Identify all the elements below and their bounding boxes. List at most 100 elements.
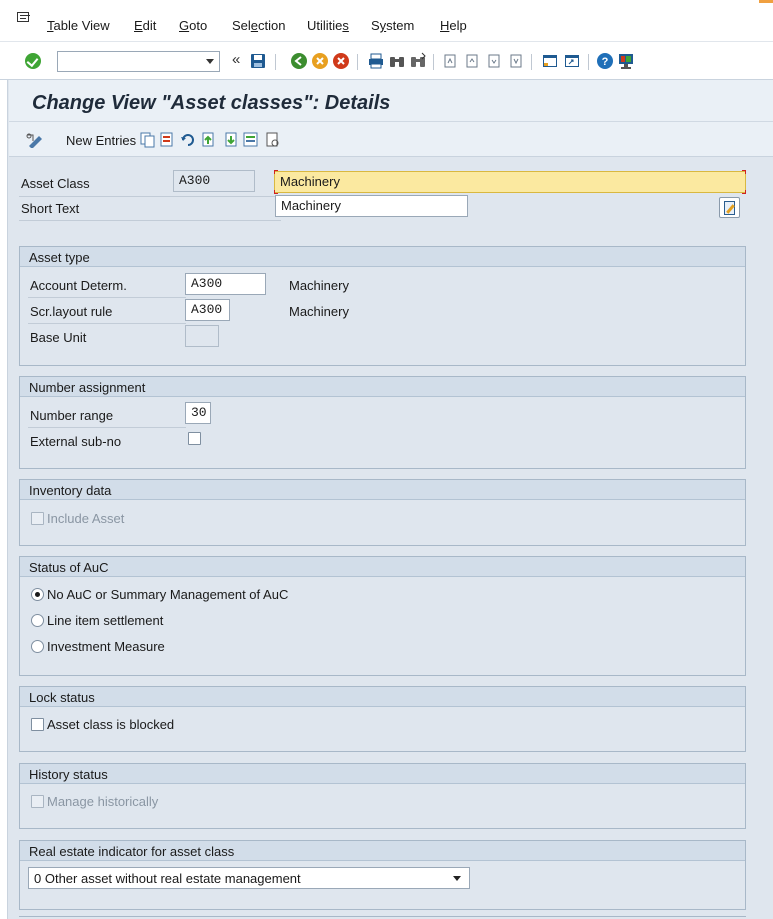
window-accent-strip <box>759 0 773 3</box>
menu-utilities[interactable]: Utilities <box>307 18 349 33</box>
save-icon[interactable] <box>250 53 266 69</box>
last-page-icon[interactable] <box>507 52 525 70</box>
menu-icon[interactable] <box>17 12 31 24</box>
lock-status-group: Lock status Asset class is blocked <box>19 686 746 752</box>
menu-bar: Table View Edit Goto Selection Utilities… <box>0 0 773 42</box>
manage-historically-label: Manage historically <box>47 794 159 809</box>
toolbar-separator <box>531 54 532 70</box>
row-divider <box>19 196 281 197</box>
include-asset-checkbox <box>31 512 44 525</box>
svg-text:?: ? <box>602 56 609 68</box>
required-marker <box>274 170 278 174</box>
inventory-data-group-header: Inventory data <box>20 480 745 500</box>
asset-type-group: Asset type Account Determ. A300 Machiner… <box>19 246 746 366</box>
include-asset-label: Include Asset <box>47 511 125 526</box>
account-determ-field[interactable]: A300 <box>185 273 266 295</box>
scr-layout-rule-description: Machinery <box>289 304 349 319</box>
real-estate-indicator-select[interactable]: 0 Other asset without real estate manage… <box>28 867 470 889</box>
previous-page-icon[interactable] <box>463 52 481 70</box>
create-session-icon[interactable] <box>541 52 559 70</box>
radio-line-item-settlement-label: Line item settlement <box>47 613 164 628</box>
toolbar-separator <box>433 54 434 70</box>
find-next-icon[interactable] <box>409 52 427 70</box>
manage-historically-checkbox <box>31 795 44 808</box>
scr-layout-rule-field[interactable]: A300 <box>185 299 230 321</box>
next-group-edge <box>19 916 746 917</box>
enter-icon[interactable] <box>25 53 41 69</box>
number-assignment-group: Number assignment Number range 30 Extern… <box>19 376 746 469</box>
real-estate-group: Real estate indicator for asset class 0 … <box>19 840 746 910</box>
number-assignment-group-header: Number assignment <box>20 377 745 397</box>
account-determ-description: Machinery <box>289 278 349 293</box>
next-page-icon[interactable] <box>485 52 503 70</box>
asset-class-field: A300 <box>173 170 255 192</box>
auc-status-group-header: Status of AuC <box>20 557 745 577</box>
previous-entry-icon[interactable] <box>200 132 216 148</box>
back-icon[interactable] <box>290 52 308 70</box>
help-icon[interactable]: ? <box>596 52 614 70</box>
required-marker <box>742 190 746 194</box>
external-subno-checkbox[interactable] <box>188 432 201 445</box>
shortcut-icon[interactable] <box>563 52 581 70</box>
base-unit-field <box>185 325 219 347</box>
toolbar-separator <box>275 54 276 70</box>
copy-as-icon[interactable] <box>140 132 156 148</box>
asset-class-blocked-label: Asset class is blocked <box>47 717 175 732</box>
undo-change-icon[interactable] <box>180 132 196 148</box>
history-status-group: History status Manage historically <box>19 763 746 829</box>
chevron-down-icon[interactable] <box>453 876 461 881</box>
menu-selection[interactable]: Selection <box>232 18 286 33</box>
radio-no-auc-label: No AuC or Summary Management of AuC <box>47 587 289 602</box>
edit-text-icon[interactable] <box>719 197 740 218</box>
number-range-field[interactable]: 30 <box>185 402 211 424</box>
short-text-label: Short Text <box>21 201 80 216</box>
menu-help[interactable]: Help <box>440 18 467 33</box>
cancel-icon[interactable] <box>332 52 350 70</box>
radio-investment-measure-label: Investment Measure <box>47 639 165 654</box>
auc-status-group: Status of AuC No AuC or Summary Manageme… <box>19 556 746 676</box>
exit-icon[interactable] <box>311 52 329 70</box>
customize-layout-icon[interactable] <box>617 52 635 70</box>
row-divider <box>19 220 281 221</box>
inventory-data-group: Inventory data Include Asset <box>19 479 746 546</box>
required-marker <box>274 190 278 194</box>
asset-class-blocked-checkbox[interactable] <box>31 718 44 731</box>
print-icon[interactable] <box>367 52 385 70</box>
real-estate-group-header: Real estate indicator for asset class <box>20 841 745 861</box>
menu-table-view[interactable]: Table View <box>47 18 110 33</box>
real-estate-indicator-value: 0 Other asset without real estate manage… <box>34 871 301 886</box>
next-entry-icon[interactable] <box>223 132 239 148</box>
select-all-icon[interactable] <box>243 132 259 148</box>
menu-edit[interactable]: Edit <box>134 18 156 33</box>
new-entries-button[interactable]: New Entries <box>66 133 136 148</box>
scr-layout-rule-label: Scr.layout rule <box>30 304 113 319</box>
back-arrows-icon[interactable]: « <box>232 50 240 70</box>
standard-toolbar: « ? <box>0 42 773 80</box>
toolbar-separator <box>357 54 358 70</box>
external-subno-label: External sub-no <box>30 434 122 449</box>
history-status-group-header: History status <box>20 764 745 784</box>
title-bar: Change View "Asset classes": Details <box>9 80 773 122</box>
number-range-label: Number range <box>30 408 114 423</box>
asset-type-group-header: Asset type <box>20 247 745 267</box>
toolbar-separator <box>588 54 589 70</box>
find-icon[interactable] <box>388 52 406 70</box>
radio-investment-measure[interactable] <box>31 640 44 653</box>
menu-goto[interactable]: Goto <box>179 18 207 33</box>
required-marker <box>742 170 746 174</box>
row-divider <box>28 323 186 324</box>
asset-class-description-field[interactable]: Machinery <box>274 171 746 193</box>
row-divider <box>28 297 186 298</box>
command-field[interactable] <box>57 51 220 72</box>
left-strip <box>0 80 8 919</box>
chevron-down-icon[interactable] <box>206 59 214 64</box>
delete-icon[interactable] <box>160 132 176 148</box>
menu-system[interactable]: System <box>371 18 414 33</box>
radio-line-item-settlement[interactable] <box>31 614 44 627</box>
radio-no-auc[interactable] <box>31 588 44 601</box>
transport-icon[interactable] <box>265 132 281 148</box>
short-text-field[interactable]: Machinery <box>275 195 468 217</box>
display-change-icon[interactable] <box>25 132 45 148</box>
first-page-icon[interactable] <box>441 52 459 70</box>
account-determ-label: Account Determ. <box>30 278 127 293</box>
